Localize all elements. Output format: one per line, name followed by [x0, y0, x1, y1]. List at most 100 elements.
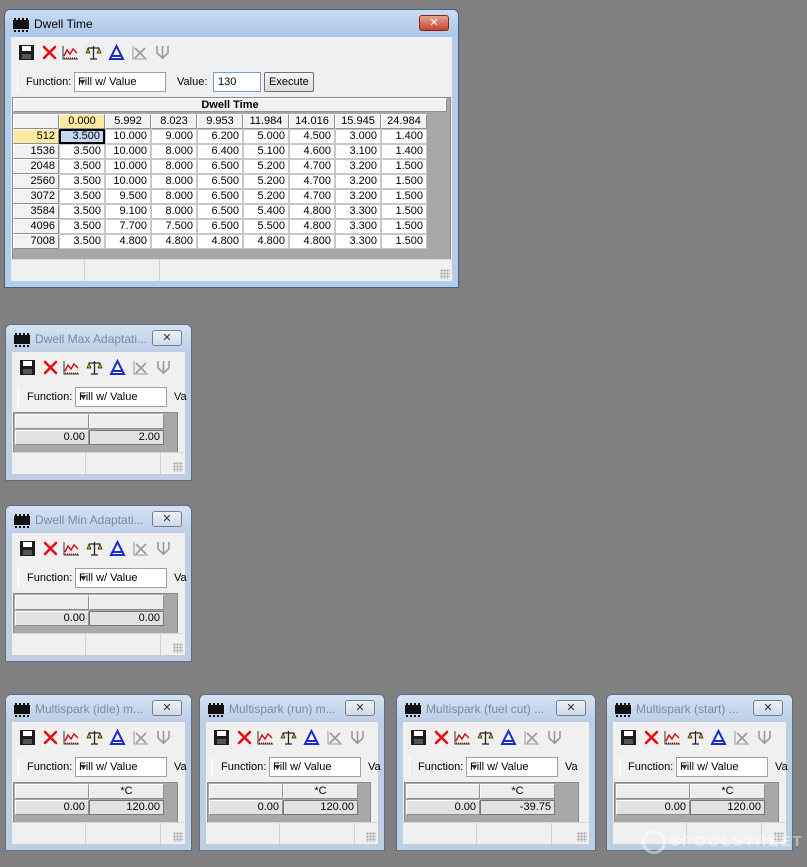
- scale-button[interactable]: [155, 729, 172, 746]
- table-cell[interactable]: 1.500: [381, 159, 427, 174]
- close-button[interactable]: ✕: [419, 15, 449, 31]
- table-cell[interactable]: 4.700: [289, 159, 335, 174]
- delete-button[interactable]: [42, 540, 59, 557]
- table-cell[interactable]: 4.800: [197, 234, 243, 249]
- table-cell[interactable]: 5.000: [243, 129, 289, 144]
- smooth-button[interactable]: [132, 359, 149, 376]
- scale-button[interactable]: [155, 359, 172, 376]
- table-cell[interactable]: 1.400: [381, 144, 427, 159]
- table-cell[interactable]: 10.000: [105, 174, 151, 189]
- graph-button[interactable]: [257, 729, 274, 746]
- row-header[interactable]: 2048: [13, 159, 59, 174]
- row-header[interactable]: 2560: [13, 174, 59, 189]
- title-bar[interactable]: Multispark (run) m... ✕: [200, 695, 384, 722]
- close-button[interactable]: ✕: [152, 511, 182, 527]
- column-header[interactable]: 9.953: [197, 114, 243, 129]
- table-cell[interactable]: 3.200: [335, 174, 381, 189]
- table-cell[interactable]: 3.500: [59, 174, 105, 189]
- smooth-button[interactable]: [132, 729, 149, 746]
- table-cell[interactable]: 3.300: [335, 234, 381, 249]
- close-button[interactable]: ✕: [556, 700, 586, 716]
- table-cell[interactable]: 3.500: [59, 204, 105, 219]
- save-button[interactable]: [19, 359, 36, 376]
- table-cell[interactable]: 8.000: [151, 189, 197, 204]
- graph-button[interactable]: [63, 540, 80, 557]
- balance-button[interactable]: [477, 729, 494, 746]
- table-cell[interactable]: 5.200: [243, 174, 289, 189]
- interpolate-button[interactable]: [109, 359, 126, 376]
- row-header[interactable]: 3072: [13, 189, 59, 204]
- table-cell[interactable]: 1.500: [381, 219, 427, 234]
- balance-button[interactable]: [85, 44, 102, 61]
- balance-button[interactable]: [86, 540, 103, 557]
- resize-grip[interactable]: [366, 832, 376, 842]
- function-select[interactable]: Fill w/ Value ▼: [466, 757, 558, 777]
- dwell-time-window[interactable]: Dwell Time ✕ Function: Fill w/ Value ▼ V…: [4, 9, 459, 288]
- close-button[interactable]: ✕: [152, 330, 182, 346]
- table-cell[interactable]: 10.000: [105, 159, 151, 174]
- function-select[interactable]: Fill w/ Value ▼: [75, 387, 167, 407]
- dwell-min-adaptation-window[interactable]: Dwell Min Adaptati... ✕ Function: Fill w…: [5, 505, 192, 662]
- table-cell[interactable]: 4.800: [105, 234, 151, 249]
- title-bar[interactable]: Dwell Min Adaptati... ✕: [6, 506, 191, 533]
- table-cell[interactable]: 3.500: [59, 219, 105, 234]
- save-button[interactable]: [620, 729, 637, 746]
- table-cell[interactable]: 4.800: [243, 234, 289, 249]
- resize-grip[interactable]: [577, 832, 587, 842]
- close-button[interactable]: ✕: [345, 700, 375, 716]
- smooth-button[interactable]: [132, 540, 149, 557]
- table-cell[interactable]: 3.500: [59, 159, 105, 174]
- table-cell[interactable]: 7.500: [151, 219, 197, 234]
- column-header[interactable]: 15.945: [335, 114, 381, 129]
- table-cell[interactable]: 4.800: [289, 204, 335, 219]
- table-cell[interactable]: 3.100: [335, 144, 381, 159]
- title-bar[interactable]: Multispark (idle) m... ✕: [6, 695, 191, 722]
- title-bar[interactable]: Dwell Time ✕: [5, 10, 458, 37]
- scale-button[interactable]: [154, 44, 171, 61]
- table-cell[interactable]: 3.500: [59, 189, 105, 204]
- save-button[interactable]: [19, 729, 36, 746]
- table-cell[interactable]: 5.400: [243, 204, 289, 219]
- function-select[interactable]: Fill w/ Value ▼: [74, 72, 166, 92]
- column-header[interactable]: 24.984: [381, 114, 427, 129]
- table-cell[interactable]: 1.500: [381, 234, 427, 249]
- table-cell[interactable]: 4.500: [289, 129, 335, 144]
- delete-button[interactable]: [42, 359, 59, 376]
- interpolate-button[interactable]: [109, 540, 126, 557]
- graph-button[interactable]: [62, 44, 79, 61]
- title-bar[interactable]: Multispark (start) ... ✕: [607, 695, 792, 722]
- dwell-max-adaptation-window[interactable]: Dwell Max Adaptati... ✕ Function: Fill w…: [5, 324, 192, 481]
- column-header[interactable]: 0.000: [59, 114, 105, 129]
- value-cell[interactable]: 120.00: [283, 800, 358, 815]
- function-select[interactable]: Fill w/ Value ▼: [269, 757, 361, 777]
- row-header[interactable]: 512: [13, 129, 59, 144]
- table-cell[interactable]: 3.300: [335, 204, 381, 219]
- table-cell[interactable]: 6.500: [197, 189, 243, 204]
- interpolate-button[interactable]: [500, 729, 517, 746]
- table-cell[interactable]: 5.200: [243, 159, 289, 174]
- graph-button[interactable]: [664, 729, 681, 746]
- table-cell[interactable]: 4.800: [289, 234, 335, 249]
- row-header[interactable]: 3584: [13, 204, 59, 219]
- table-cell[interactable]: 5.200: [243, 189, 289, 204]
- close-button[interactable]: ✕: [753, 700, 783, 716]
- table-cell[interactable]: 8.000: [151, 144, 197, 159]
- column-header[interactable]: 8.023: [151, 114, 197, 129]
- table-cell[interactable]: 10.000: [105, 144, 151, 159]
- save-button[interactable]: [410, 729, 427, 746]
- table-cell[interactable]: 5.100: [243, 144, 289, 159]
- graph-button[interactable]: [63, 359, 80, 376]
- table-cell[interactable]: 4.600: [289, 144, 335, 159]
- multispark-fuel-cut-window[interactable]: Multispark (fuel cut) ... ✕ Function: Fi…: [396, 694, 596, 851]
- delete-button[interactable]: [41, 44, 58, 61]
- table-cell[interactable]: 6.200: [197, 129, 243, 144]
- save-button[interactable]: [213, 729, 230, 746]
- table-cell[interactable]: 4.700: [289, 189, 335, 204]
- table-cell[interactable]: 10.000: [105, 129, 151, 144]
- smooth-button[interactable]: [326, 729, 343, 746]
- column-header[interactable]: 11.984: [243, 114, 289, 129]
- table-cell[interactable]: 9.000: [151, 129, 197, 144]
- value-cell[interactable]: -39.75: [480, 800, 555, 815]
- table-cell[interactable]: 3.200: [335, 189, 381, 204]
- smooth-button[interactable]: [131, 44, 148, 61]
